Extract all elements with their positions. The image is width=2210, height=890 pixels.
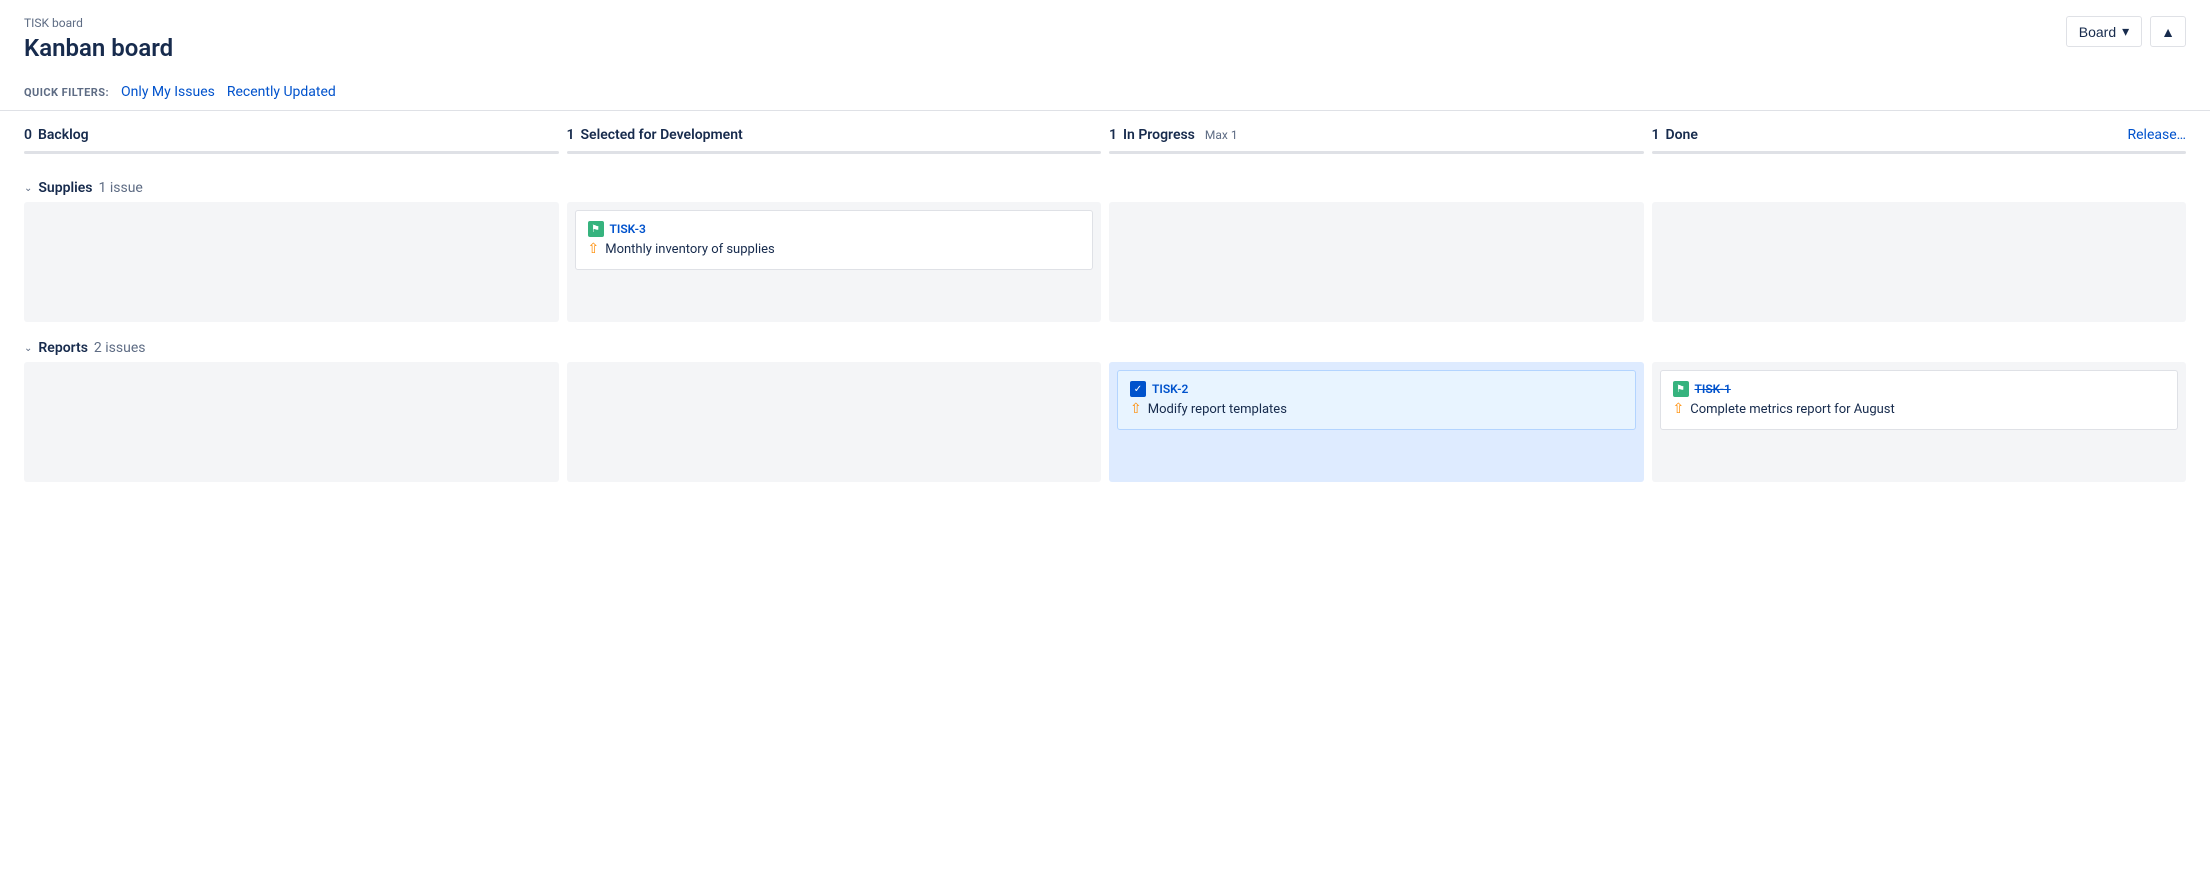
col-name-done: Done — [1666, 127, 1698, 143]
swimlane-supplies-count: 1 issue — [99, 180, 143, 196]
swimlane-reports: ⌄ Reports 2 issues ✓ TISK-2 ⇧ Modify rep… — [24, 330, 2186, 482]
swimlane-supplies: ⌄ Supplies 1 issue ⚑ TISK-3 ⇧ Monthly in… — [24, 170, 2186, 322]
card-tisk-3-icon: ⚑ — [588, 221, 604, 237]
columns-header: 0 Backlog 1 Selected for Development 1 I… — [24, 127, 2186, 162]
card-tisk-3[interactable]: ⚑ TISK-3 ⇧ Monthly inventory of supplies — [575, 210, 1094, 270]
col-meta-in-progress: Max 1 — [1205, 128, 1238, 142]
card-tisk-3-id[interactable]: TISK-3 — [610, 222, 646, 236]
col-name-backlog: Backlog — [38, 127, 89, 143]
cell-reports-done: ⚑ TISK-1 ⇧ Complete metrics report for A… — [1652, 362, 2187, 482]
card-tisk-3-priority: ⇧ — [588, 241, 600, 257]
col-count-in-progress: 1 — [1109, 127, 1117, 143]
card-tisk-1-title: Complete metrics report for August — [1690, 401, 1895, 419]
cell-supplies-in-progress — [1109, 202, 1644, 322]
col-name-in-progress: In Progress — [1123, 127, 1195, 143]
board-name: TISK board — [24, 16, 2186, 30]
board-button-label: Board — [2079, 24, 2116, 40]
card-tisk-3-title: Monthly inventory of supplies — [605, 241, 775, 259]
swimlane-supplies-title: Supplies — [38, 180, 92, 196]
col-header-done: 1 Done Release… — [1652, 127, 2187, 162]
release-link[interactable]: Release… — [2127, 127, 2186, 143]
cell-reports-backlog — [24, 362, 559, 482]
card-tisk-2-icon: ✓ — [1130, 381, 1146, 397]
col-header-in-progress: 1 In Progress Max 1 — [1109, 127, 1644, 162]
card-tisk-2-id[interactable]: TISK-2 — [1152, 382, 1188, 396]
swimlane-reports-row: ✓ TISK-2 ⇧ Modify report templates ⚑ TIS… — [24, 362, 2186, 482]
filter-only-my-issues[interactable]: Only My Issues — [121, 84, 215, 100]
swimlane-supplies-row: ⚑ TISK-3 ⇧ Monthly inventory of supplies — [24, 202, 2186, 322]
col-header-backlog: 0 Backlog — [24, 127, 559, 162]
collapse-button[interactable]: ▲ — [2150, 16, 2186, 47]
page-title: Kanban board — [24, 34, 2186, 62]
card-tisk-1[interactable]: ⚑ TISK-1 ⇧ Complete metrics report for A… — [1660, 370, 2179, 430]
collapse-icon: ▲ — [2161, 24, 2175, 40]
card-tisk-2[interactable]: ✓ TISK-2 ⇧ Modify report templates — [1117, 370, 1636, 430]
card-tisk-1-id[interactable]: TISK-1 — [1695, 382, 1731, 396]
card-tisk-2-priority: ⇧ — [1130, 401, 1142, 417]
quick-filters-label: QUICK FILTERS: — [24, 86, 109, 99]
col-header-selected: 1 Selected for Development — [567, 127, 1102, 162]
cell-supplies-selected: ⚑ TISK-3 ⇧ Monthly inventory of supplies — [567, 202, 1102, 322]
filter-recently-updated[interactable]: Recently Updated — [227, 84, 336, 100]
cell-reports-selected — [567, 362, 1102, 482]
swimlane-reports-title: Reports — [38, 340, 88, 356]
swimlane-supplies-chevron[interactable]: ⌄ — [24, 183, 32, 194]
swimlane-reports-count: 2 issues — [94, 340, 146, 356]
card-tisk-1-priority: ⇧ — [1673, 401, 1685, 417]
dropdown-icon: ▾ — [2122, 23, 2129, 40]
board-view-button[interactable]: Board ▾ — [2066, 16, 2142, 47]
cell-supplies-backlog — [24, 202, 559, 322]
cell-supplies-done — [1652, 202, 2187, 322]
col-name-selected: Selected for Development — [581, 127, 743, 143]
col-count-done: 1 — [1652, 127, 1660, 143]
cell-reports-in-progress: ✓ TISK-2 ⇧ Modify report templates — [1109, 362, 1644, 482]
col-count-backlog: 0 — [24, 127, 32, 143]
col-count-selected: 1 — [567, 127, 575, 143]
card-tisk-1-icon: ⚑ — [1673, 381, 1689, 397]
card-tisk-2-title: Modify report templates — [1148, 401, 1287, 419]
swimlane-reports-chevron[interactable]: ⌄ — [24, 343, 32, 354]
